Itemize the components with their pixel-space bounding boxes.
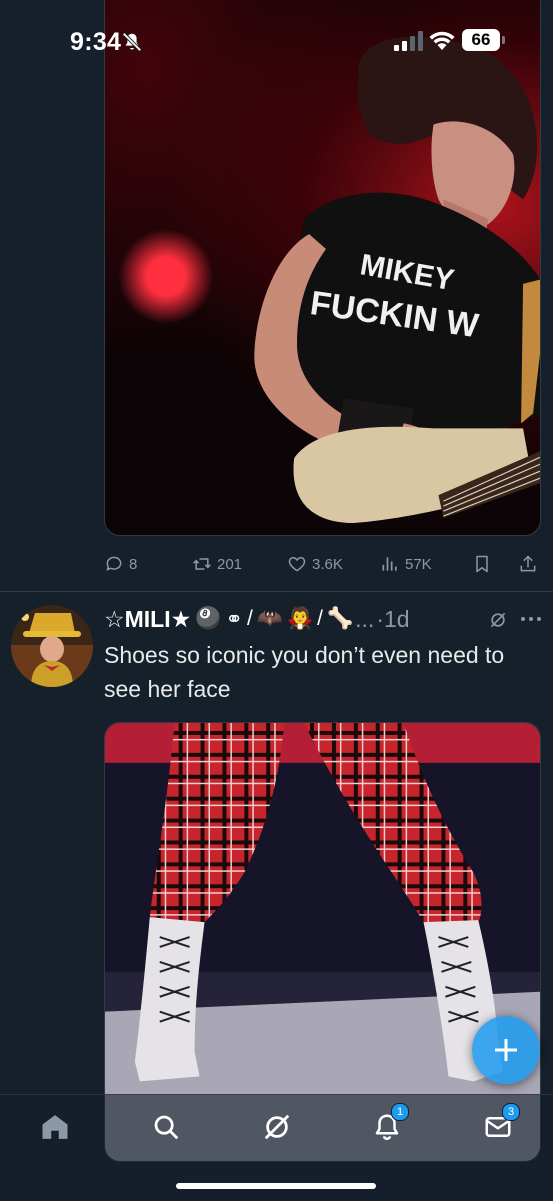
post-divider bbox=[0, 591, 553, 592]
nav-search[interactable] bbox=[148, 1109, 184, 1145]
grok-icon[interactable] bbox=[488, 610, 508, 630]
repost-count: 201 bbox=[217, 555, 243, 573]
search-icon bbox=[154, 1115, 179, 1140]
avatar[interactable] bbox=[11, 605, 93, 687]
signal-icon bbox=[394, 31, 423, 51]
repost-button[interactable]: 201 bbox=[192, 549, 242, 579]
post2-header: ☆MILI★ 🎱 ⚭ / 🦇 🧛 / 🦴 ... ·1d bbox=[104, 602, 544, 636]
post1-action-bar: 8 201 3.6K 57K bbox=[104, 549, 541, 579]
status-bar: 9:34 66 bbox=[0, 0, 553, 84]
like-button[interactable]: 3.6K bbox=[287, 549, 343, 579]
name-emoji-5: 🧛 bbox=[287, 607, 314, 630]
reply-button[interactable]: 8 bbox=[104, 549, 137, 579]
nav-home[interactable] bbox=[37, 1109, 73, 1145]
views-icon bbox=[382, 557, 397, 571]
name-emoji-1: 🎱 bbox=[195, 607, 222, 630]
compose-button[interactable] bbox=[472, 1016, 540, 1084]
notifications-badge: 1 bbox=[391, 1103, 409, 1121]
share-button[interactable] bbox=[518, 549, 543, 579]
post-text: Shoes so iconic you don’t even need to s… bbox=[104, 642, 505, 702]
name-emoji-2: ⚭ bbox=[225, 607, 243, 631]
nav-messages[interactable]: 3 bbox=[480, 1103, 520, 1145]
battery-icon: 66 bbox=[462, 29, 500, 51]
post-time[interactable]: ·1d bbox=[376, 606, 409, 633]
nav-notifications[interactable]: 1 bbox=[369, 1103, 409, 1145]
share-icon bbox=[520, 555, 536, 572]
name-emoji-4: 🦇 bbox=[256, 607, 283, 630]
bell-slash-icon bbox=[122, 32, 142, 52]
battery-nub bbox=[502, 36, 505, 44]
repost-icon bbox=[193, 558, 211, 570]
reply-icon bbox=[106, 556, 122, 571]
home-indicator bbox=[176, 1183, 376, 1189]
home-icon bbox=[42, 1115, 68, 1139]
plus-icon bbox=[495, 1039, 517, 1061]
more-options-icon[interactable] bbox=[518, 608, 544, 630]
grok-icon bbox=[264, 1114, 290, 1140]
like-icon bbox=[288, 557, 306, 572]
name-emoji-6: / bbox=[317, 607, 323, 630]
display-name[interactable]: ☆MILI★ bbox=[104, 606, 191, 633]
messages-badge: 3 bbox=[502, 1103, 520, 1121]
name-ellipsis: ... bbox=[355, 605, 375, 632]
like-count: 3.6K bbox=[312, 555, 343, 573]
views-button[interactable]: 57K bbox=[380, 549, 432, 579]
reply-count: 8 bbox=[129, 555, 138, 573]
wifi-icon bbox=[429, 31, 455, 50]
name-emoji-7: 🦴 bbox=[327, 607, 354, 630]
bookmark-icon bbox=[476, 555, 488, 573]
bookmark-button[interactable] bbox=[472, 549, 497, 579]
avatar-image bbox=[11, 605, 93, 687]
views-count: 57K bbox=[405, 555, 432, 573]
status-time: 9:34 bbox=[70, 28, 122, 56]
name-emoji-3: / bbox=[247, 607, 253, 630]
nav-grok[interactable] bbox=[259, 1109, 295, 1145]
